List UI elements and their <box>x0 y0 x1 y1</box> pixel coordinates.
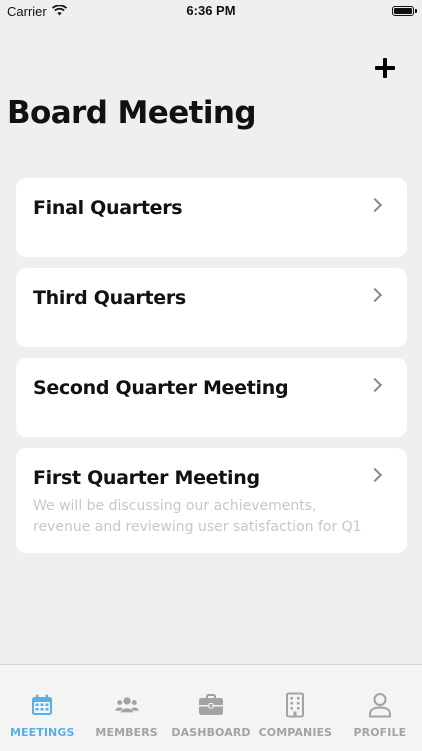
page-title: Board Meeting <box>7 95 257 131</box>
tab-label: MEETINGS <box>9 726 75 739</box>
meeting-card-second-quarter[interactable]: Second Quarter Meeting <box>16 358 407 437</box>
chevron-right-icon <box>367 377 383 393</box>
tab-label: DASHBOARD <box>171 726 251 739</box>
tab-bar: MEETINGS MEMBERS DASHBOARD COMPANIES PRO… <box>0 664 422 751</box>
meeting-title: Final Quarters <box>33 197 183 219</box>
tab-companies[interactable]: COMPANIES <box>253 665 337 751</box>
tab-label: MEMBERS <box>95 726 158 739</box>
meeting-list: Final Quarters Third Quarters Second Qua… <box>16 178 407 564</box>
meeting-description: We will be discussing our achievements, … <box>33 498 362 535</box>
meeting-card-final-quarters[interactable]: Final Quarters <box>16 178 407 257</box>
meeting-card-third-quarters[interactable]: Third Quarters <box>16 268 407 347</box>
tab-label: COMPANIES <box>258 726 333 739</box>
members-icon <box>114 692 140 718</box>
tab-members[interactable]: MEMBERS <box>84 665 168 751</box>
meeting-title: Second Quarter Meeting <box>33 377 289 399</box>
tab-label: PROFILE <box>353 726 407 739</box>
meeting-title: First Quarter Meeting <box>33 467 260 489</box>
battery-icon <box>392 6 417 16</box>
calendar-icon <box>29 692 55 718</box>
status-time: 6:36 PM <box>186 3 236 18</box>
tab-meetings[interactable]: MEETINGS <box>0 665 84 751</box>
person-icon <box>367 692 393 718</box>
building-icon <box>282 692 308 718</box>
briefcase-icon <box>198 692 224 718</box>
status-bar: Carrier 6:36 PM <box>0 0 422 22</box>
meeting-card-first-quarter[interactable]: First Quarter Meeting We will be discuss… <box>16 448 407 553</box>
tab-profile[interactable]: PROFILE <box>338 665 422 751</box>
meeting-title: Third Quarters <box>33 287 186 309</box>
chevron-right-icon <box>367 197 383 213</box>
chevron-right-icon <box>367 467 383 483</box>
chevron-right-icon <box>367 287 383 303</box>
add-meeting-button[interactable] <box>372 56 398 82</box>
tab-dashboard[interactable]: DASHBOARD <box>169 665 253 751</box>
